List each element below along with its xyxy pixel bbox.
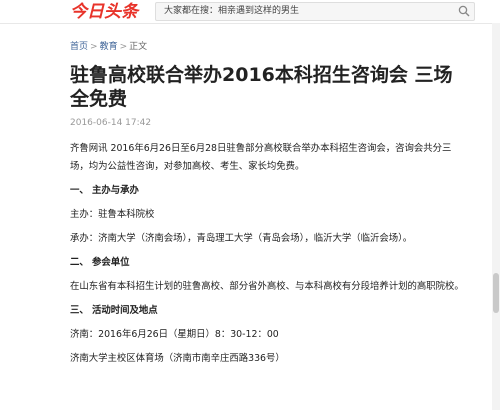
top-bar: 今日头条 大家都在搜：相亲遇到这样的男生 <box>0 0 500 24</box>
site-logo[interactable]: 今日头条 <box>70 1 138 23</box>
article-paragraph: 在山东省有本科招生计划的驻鲁高校、部分省外高校、与本科高校有分段培养计划的高职院… <box>70 281 464 292</box>
article-container: 首页 > 教育 > 正文 驻鲁高校联合举办2016本科招生咨询会 三场全免费 2016-… <box>70 40 470 368</box>
article-date: 2016-06-14 17:42 <box>70 118 152 128</box>
search-input[interactable]: 大家都在搜：相亲遇到这样的男生 <box>164 3 299 20</box>
breadcrumb: 首页 > 教育 > 正文 <box>70 40 470 54</box>
section-heading: 二、 参会单位 <box>70 257 130 268</box>
search-box[interactable]: 大家都在搜：相亲遇到这样的男生 <box>155 2 475 21</box>
scrollbar-thumb[interactable] <box>493 273 499 313</box>
article-title: 驻鲁高校联合举办2016本科招生咨询会 三场全免费 <box>70 64 453 110</box>
search-icon[interactable] <box>458 5 470 17</box>
article-paragraph: 承办：济南大学（济南会场），青岛理工大学（青岛会场），临沂大学（临沂会场）。 <box>70 233 413 244</box>
breadcrumb-education[interactable]: 教育 <box>100 42 118 52</box>
section-heading: 一、 主办与承办 <box>70 185 139 196</box>
article-paragraph: 济南：2016年6月26日（星期日）8：30-12：00 <box>70 329 279 340</box>
breadcrumb-current: 正文 <box>129 42 148 52</box>
breadcrumb-separator: > <box>90 42 98 52</box>
section-heading: 三、 活动时间及地点 <box>70 305 158 316</box>
page-scrollbar[interactable] <box>492 23 500 410</box>
article-paragraph: 主办：驻鲁本科院校 <box>70 209 155 220</box>
article-paragraph: 齐鲁网讯 2016年6月26日至6月28日驻鲁部分高校联合举办本科招生咨询会，咨… <box>70 143 452 172</box>
article-paragraph: 济南大学主校区体育场（济南市南辛庄西路336号） <box>70 353 285 364</box>
breadcrumb-home[interactable]: 首页 <box>70 42 88 52</box>
breadcrumb-separator: > <box>119 42 128 52</box>
